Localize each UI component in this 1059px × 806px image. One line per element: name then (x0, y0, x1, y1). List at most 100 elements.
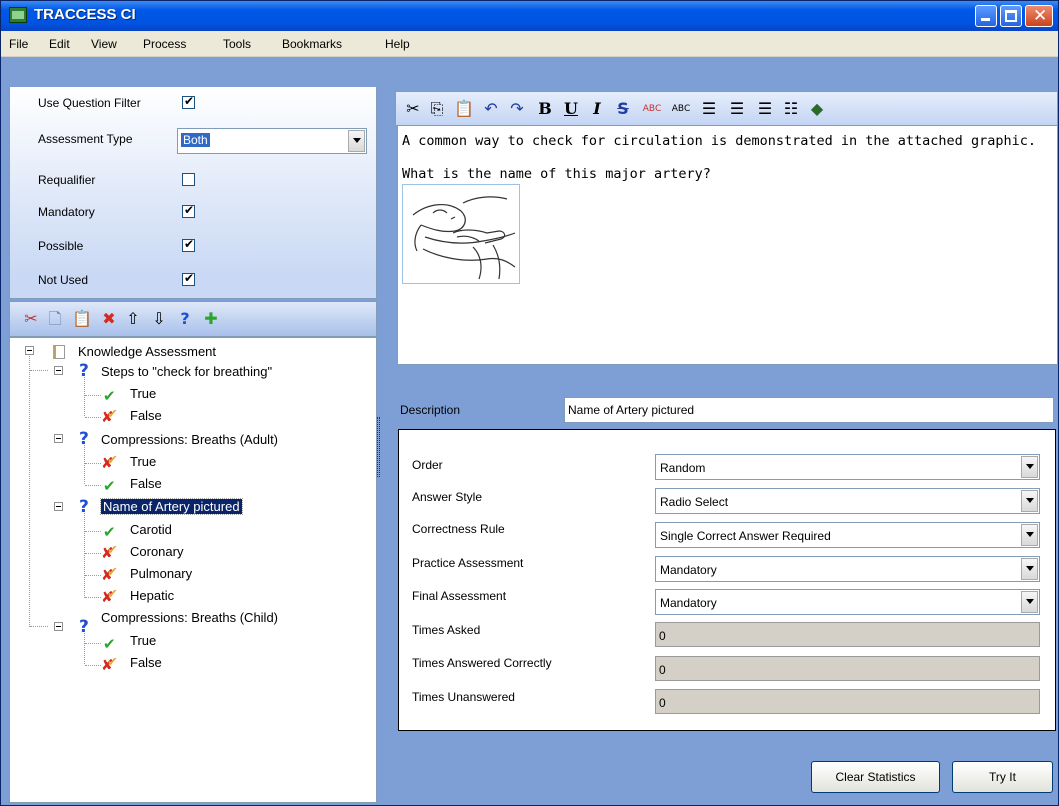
correctness-rule-select[interactable]: Single Correct Answer Required (655, 522, 1040, 548)
app-window: TRACCESS CI ✕ File Edit View Process Too… (0, 0, 1059, 806)
tree-answer[interactable]: Carotid (130, 522, 172, 537)
question-filter-panel: Use Question Filter Assessment Type Both… (9, 87, 377, 299)
tree-collapse-toggle[interactable] (54, 502, 63, 511)
tree-answer[interactable]: True (130, 454, 156, 469)
maximize-icon (1005, 10, 1017, 22)
final-assessment-label: Final Assessment (412, 589, 507, 603)
menu-file[interactable]: File (9, 37, 28, 51)
align-left-icon[interactable]: ☰ (700, 100, 718, 118)
not-used-checkbox[interactable] (182, 271, 195, 286)
close-button[interactable]: ✕ (1025, 5, 1053, 27)
chevron-down-icon[interactable] (1021, 524, 1038, 546)
tree-question[interactable]: Compressions: Breaths (Adult) (101, 432, 278, 447)
align-right-icon[interactable]: ☰ (756, 100, 774, 118)
menu-view[interactable]: View (91, 37, 117, 51)
tree-collapse-toggle[interactable] (25, 346, 34, 355)
menu-bookmarks[interactable]: Bookmarks (282, 37, 342, 51)
tree-answer[interactable]: True (130, 386, 156, 401)
correctness-rule-value: Single Correct Answer Required (660, 529, 831, 543)
window-title: TRACCESS CI (34, 6, 136, 23)
chevron-down-icon[interactable] (1021, 591, 1038, 613)
strikethrough-icon[interactable]: S (614, 100, 632, 118)
artery-illustration-image[interactable] (402, 184, 520, 284)
spellcheck-icon[interactable]: ABC (639, 100, 665, 118)
tree-question[interactable]: Compressions: Breaths (Child) (101, 610, 278, 625)
use-question-filter-checkbox[interactable] (182, 94, 195, 109)
incorrect-answer-icon: ✘ (101, 588, 119, 606)
cut-icon[interactable]: ✂ (404, 100, 422, 118)
maximize-button[interactable] (1000, 5, 1022, 27)
tree-answer[interactable]: Coronary (130, 544, 183, 559)
possible-checkbox[interactable] (182, 237, 195, 252)
description-input[interactable]: Name of Artery pictured (564, 397, 1054, 423)
requalifier-checkbox[interactable] (182, 173, 195, 186)
clear-statistics-button[interactable]: Clear Statistics (811, 761, 940, 793)
add-question-icon[interactable]: ? (176, 310, 194, 328)
tree-guide (85, 597, 101, 598)
redo-icon[interactable]: ↷ (508, 100, 526, 118)
move-down-icon[interactable]: ⇩ (150, 310, 168, 328)
bold-icon[interactable]: B (536, 100, 554, 118)
mandatory-checkbox[interactable] (182, 203, 195, 218)
tree-guide (85, 485, 101, 486)
copy-icon[interactable]: ⎘ (428, 100, 446, 118)
final-assessment-select[interactable]: Mandatory (655, 589, 1040, 615)
tree-answer[interactable]: Pulmonary (130, 566, 192, 581)
tree-root-knowledge-assessment[interactable]: Knowledge Assessment (78, 344, 216, 359)
paste-icon[interactable]: 📋 (454, 100, 474, 118)
menu-process[interactable]: Process (143, 37, 186, 51)
order-select[interactable]: Random (655, 454, 1040, 480)
italic-icon[interactable]: I (588, 100, 606, 118)
times-answered-correctly-field: 0 (655, 656, 1040, 681)
assessment-book-icon (53, 345, 65, 359)
cut-icon[interactable]: ✂ (22, 310, 40, 328)
menu-edit[interactable]: Edit (49, 37, 70, 51)
correct-answer-icon: ✔ (103, 477, 116, 495)
question-properties-panel: Order Random Answer Style Radio Select C… (398, 429, 1056, 731)
tree-collapse-toggle[interactable] (54, 622, 63, 631)
menu-tools[interactable]: Tools (223, 37, 251, 51)
chevron-down-icon[interactable] (1021, 490, 1038, 512)
tree-answer[interactable]: True (130, 633, 156, 648)
tree-answer[interactable]: Hepatic (130, 588, 174, 603)
chevron-down-icon[interactable] (348, 130, 365, 152)
tree-collapse-toggle[interactable] (54, 434, 63, 443)
new-document-icon[interactable]: 🗋 (46, 310, 64, 328)
add-answer-icon[interactable]: ✚ (202, 310, 220, 328)
tree-question-selected[interactable]: Name of Artery pictured (100, 498, 243, 515)
spellcheck-all-icon[interactable]: ABC (668, 100, 694, 118)
delete-icon[interactable]: ✖ (100, 310, 118, 328)
assessment-type-select[interactable]: Both (177, 128, 367, 154)
minimize-button[interactable] (975, 5, 997, 27)
menu-help[interactable]: Help (385, 37, 410, 51)
tree-answer[interactable]: False (130, 476, 162, 491)
tree-answer[interactable]: False (130, 655, 162, 670)
move-up-icon[interactable]: ⇧ (124, 310, 142, 328)
incorrect-answer-icon: ✘ (101, 544, 119, 562)
chevron-down-icon[interactable] (1021, 558, 1038, 580)
tree-collapse-toggle[interactable] (54, 366, 63, 375)
bullet-list-icon[interactable]: ☷ (782, 100, 800, 118)
practice-assessment-value: Mandatory (660, 563, 717, 577)
tree-answer[interactable]: False (130, 408, 162, 423)
tree-question[interactable]: Steps to "check for breathing" (101, 364, 272, 379)
splitter-grip[interactable] (377, 417, 380, 477)
paste-icon[interactable]: 📋 (72, 310, 92, 328)
tree-guide (85, 531, 101, 532)
panel-splitter[interactable] (377, 87, 391, 803)
answer-style-select[interactable]: Radio Select (655, 488, 1040, 514)
close-icon: ✕ (1033, 6, 1048, 26)
final-assessment-value: Mandatory (660, 596, 717, 610)
practice-assessment-select[interactable]: Mandatory (655, 556, 1040, 582)
fill-color-icon[interactable]: ◆ (808, 100, 826, 118)
tree-guide (29, 354, 30, 627)
try-it-button[interactable]: Try It (952, 761, 1053, 793)
undo-icon[interactable]: ↶ (482, 100, 500, 118)
underline-icon[interactable]: U (562, 100, 580, 118)
chevron-down-icon[interactable] (1021, 456, 1038, 478)
question-text-editor[interactable]: A common way to check for circulation is… (397, 125, 1058, 365)
align-center-icon[interactable]: ☰ (728, 100, 746, 118)
times-answered-correctly-label: Times Answered Correctly (412, 656, 552, 670)
title-bar[interactable]: TRACCESS CI ✕ (1, 1, 1058, 31)
tree-guide (85, 395, 101, 396)
